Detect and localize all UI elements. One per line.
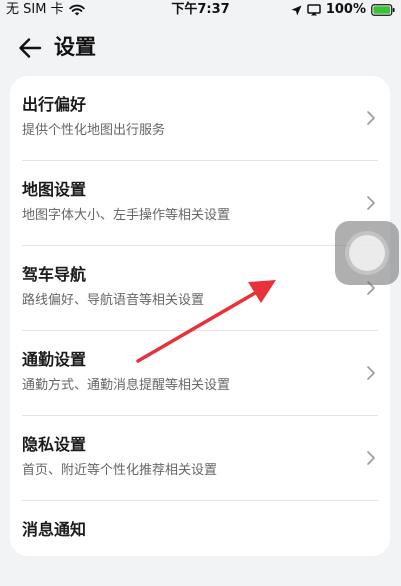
settings-item-travel-preference[interactable]: 出行偏好 提供个性化地图出行服务 [10,76,390,161]
settings-item-title: 地图设置 [22,180,87,199]
settings-item-desc: 路线偏好、导航语音等相关设置 [22,293,205,308]
settings-item-title: 消息通知 [22,520,87,539]
settings-card: 出行偏好 提供个性化地图出行服务 地图设置 地图字体大小、左手操作等相关设置 驾… [10,76,390,556]
battery-percent: 100% [325,2,366,17]
chevron-right-icon [367,196,375,210]
chevron-right-icon [367,451,375,465]
settings-item-title: 隐私设置 [22,435,87,454]
status-right: 100% [291,0,395,20]
header: 设置 [0,28,401,68]
settings-item-driving-navigation[interactable]: 驾车导航 路线偏好、导航语音等相关设置 [10,246,390,331]
battery-icon [371,4,395,16]
settings-item-desc: 地图字体大小、左手操作等相关设置 [22,208,231,223]
settings-item-title: 驾车导航 [22,265,87,284]
settings-item-title: 出行偏好 [22,95,87,114]
settings-item-notifications[interactable]: 消息通知 [10,501,390,586]
settings-item-privacy[interactable]: 隐私设置 首页、附近等个性化推荐相关设置 [10,416,390,501]
location-icon [291,5,302,16]
settings-item-commute[interactable]: 通勤设置 通勤方式、通勤消息提醒等相关设置 [10,331,390,416]
page-title: 设置 [54,35,96,59]
settings-item-desc: 首页、附近等个性化推荐相关设置 [22,463,218,478]
back-arrow-icon[interactable] [16,34,44,62]
settings-item-desc: 通勤方式、通勤消息提醒等相关设置 [22,378,231,393]
settings-item-desc: 提供个性化地图出行服务 [22,123,166,138]
chevron-right-icon [367,366,375,380]
settings-item-map-settings[interactable]: 地图设置 地图字体大小、左手操作等相关设置 [10,161,390,246]
assistive-touch-dot [349,235,385,271]
screen-mirror-icon [307,4,321,16]
settings-item-title: 通勤设置 [22,350,87,369]
chevron-right-icon [367,111,375,125]
status-bar: 无 SIM 卡 下午7:37 100% [0,0,401,20]
assistive-touch-button[interactable] [335,221,399,285]
